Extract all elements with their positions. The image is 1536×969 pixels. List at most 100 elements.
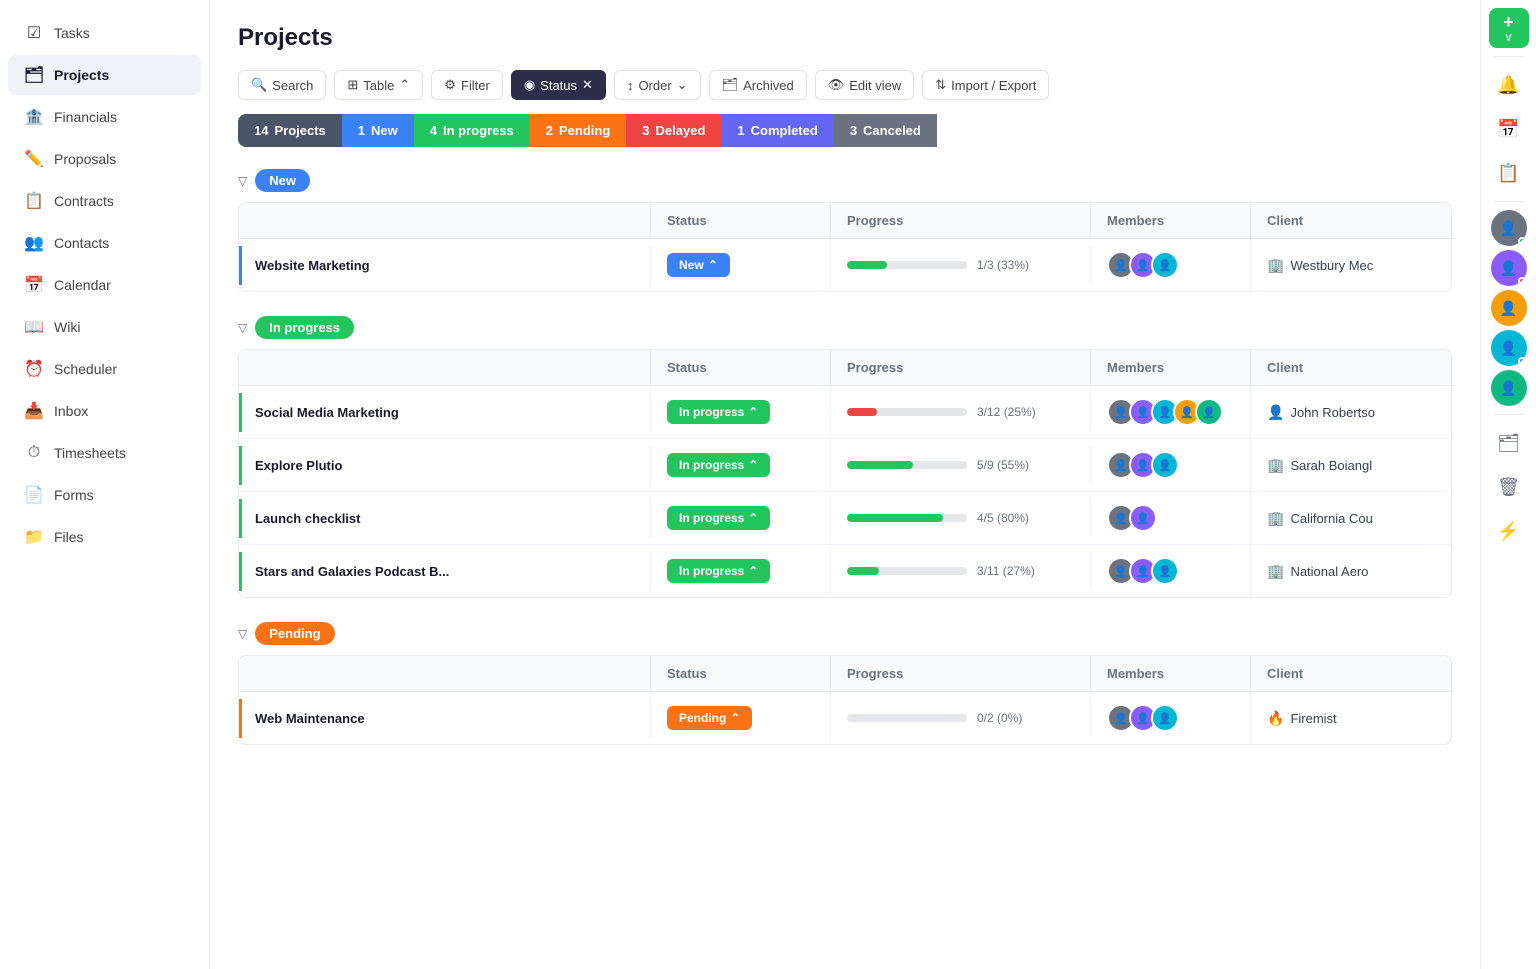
status-badge[interactable]: In progress ⌃ [667, 453, 770, 477]
add-chevron-icon: ∨ [1504, 31, 1513, 43]
tab-completed[interactable]: 1 Completed [721, 114, 833, 147]
import-export-button[interactable]: ⇅ Import / Export [922, 70, 1049, 100]
user-avatar-2[interactable]: 👤 [1491, 250, 1527, 286]
avatar[interactable]: 👤 [1151, 251, 1179, 279]
sidebar-item-files[interactable]: 📁 Files [8, 517, 201, 557]
clipboard-button[interactable]: 📋 [1489, 153, 1529, 193]
sidebar-item-proposals[interactable]: ✏️ Proposals [8, 139, 201, 179]
group-pending-chevron[interactable]: ▽ [238, 627, 247, 641]
projects-icon: 🗂 [24, 65, 44, 85]
sidebar-item-calendar[interactable]: 📅 Calendar [8, 265, 201, 305]
sidebar-item-contacts[interactable]: 👥 Contacts [8, 223, 201, 263]
add-button[interactable]: + ∨ [1489, 8, 1529, 48]
client-name: National Aero [1290, 564, 1368, 579]
search-button[interactable]: 🔍 Search [238, 70, 326, 100]
client-wrap: 🏢 California Cou [1267, 510, 1373, 527]
order-button[interactable]: ↕ Order ⌄ [614, 70, 701, 100]
project-name[interactable]: Explore Plutio [255, 458, 342, 473]
col-client-new: Client [1251, 203, 1451, 238]
project-name[interactable]: Stars and Galaxies Podcast B... [255, 564, 449, 579]
status-cell: Pending ⌃ [651, 694, 831, 742]
calendar-icon: 📅 [24, 275, 44, 295]
edit-view-button[interactable]: 👁 Edit view [815, 70, 915, 100]
calendar-rp-button[interactable]: 📅 [1489, 109, 1529, 149]
table-button[interactable]: ⊞ Table ⌃ [334, 70, 423, 100]
tab-all[interactable]: 14 Projects [238, 114, 342, 147]
sidebar-item-tasks[interactable]: ☑ Tasks [8, 13, 201, 53]
group-new-chevron[interactable]: ▽ [238, 174, 247, 188]
status-badge[interactable]: In progress ⌃ [667, 400, 770, 424]
sidebar-item-contracts[interactable]: 📋 Contracts [8, 181, 201, 221]
client-icon: 🏢 [1267, 510, 1284, 527]
group-inprogress-badge[interactable]: In progress [255, 316, 354, 339]
group-new-table: Status Progress Members Client Website M… [238, 202, 1452, 292]
group-pending-badge[interactable]: Pending [255, 622, 334, 645]
tab-canceled[interactable]: 3 Canceled [834, 114, 937, 147]
trash-button[interactable]: 🗑 [1489, 467, 1529, 507]
tab-inprogress[interactable]: 4 In progress [414, 114, 530, 147]
lightning-button[interactable]: ⚡ [1489, 511, 1529, 551]
status-tabs: 14 Projects 1 New 4 In progress 2 Pendin… [238, 114, 1452, 147]
progress-text: 5/9 (55%) [977, 458, 1029, 472]
tab-pending[interactable]: 2 Pending [530, 114, 627, 147]
project-name[interactable]: Social Media Marketing [255, 405, 399, 420]
avatar[interactable]: 👤 [1195, 398, 1223, 426]
sidebar-item-timesheets[interactable]: ⏱ Timesheets [8, 433, 201, 473]
table-row: Stars and Galaxies Podcast B... In progr… [239, 545, 1451, 597]
members-cell: 👤 👤 👤 [1091, 239, 1251, 291]
right-panel: + ∨ 🔔 📅 📋 👤 👤 👤 👤 👤 🗂 🗑 ⚡ [1480, 0, 1536, 969]
archived-button[interactable]: 🗂 Archived [709, 70, 807, 100]
storage-button[interactable]: 🗂 [1489, 423, 1529, 463]
members-avatars: 👤 👤 👤 [1107, 557, 1179, 585]
avatar[interactable]: 👤 [1151, 704, 1179, 732]
col-members-ip: Members [1091, 350, 1251, 385]
avatar[interactable]: 👤 [1151, 557, 1179, 585]
group-inprogress-table: Status Progress Members Client Social Me… [238, 349, 1452, 598]
status-badge[interactable]: New ⌃ [667, 253, 730, 277]
user-avatar-5[interactable]: 👤 [1491, 370, 1527, 406]
project-name-cell: Website Marketing [239, 246, 651, 285]
sidebar-label-financials: Financials [54, 109, 117, 125]
project-name-cell: Social Media Marketing [239, 393, 651, 432]
bell-icon: 🔔 [1497, 75, 1519, 96]
progress-cell: 3/12 (25%) [831, 393, 1091, 431]
order-chevron-icon: ⌄ [677, 77, 688, 93]
sidebar-item-inbox[interactable]: 📥 Inbox [8, 391, 201, 431]
group-new-badge[interactable]: New [255, 169, 310, 192]
sidebar-label-inbox: Inbox [54, 403, 88, 419]
status-badge[interactable]: In progress ⌃ [667, 506, 770, 530]
user-avatar-4[interactable]: 👤 [1491, 330, 1527, 366]
group-inprogress-chevron[interactable]: ▽ [238, 321, 247, 335]
sidebar-item-wiki[interactable]: 📖 Wiki [8, 307, 201, 347]
avatar[interactable]: 👤 [1129, 504, 1157, 532]
clipboard-icon: 📋 [1497, 163, 1519, 184]
client-cell: 🔥 Firemist [1251, 698, 1451, 739]
tab-new[interactable]: 1 New [342, 114, 414, 147]
user-avatar-1[interactable]: 👤 [1491, 210, 1527, 246]
progress-cell: 1/3 (33%) [831, 246, 1091, 284]
project-name[interactable]: Web Maintenance [255, 711, 365, 726]
sidebar-item-forms[interactable]: 📄 Forms [8, 475, 201, 515]
notification-button[interactable]: 🔔 [1489, 65, 1529, 105]
status-badge[interactable]: In progress ⌃ [667, 559, 770, 583]
status-cell: New ⌃ [651, 241, 831, 289]
sidebar-item-projects[interactable]: 🗂 Projects [8, 55, 201, 95]
members-cell: 👤 👤 👤 👤 👤 [1091, 386, 1251, 438]
archived-icon: 🗂 [722, 77, 739, 93]
filter-button[interactable]: ⚙ Filter [431, 70, 503, 100]
avatar[interactable]: 👤 [1151, 451, 1179, 479]
sidebar-item-scheduler[interactable]: ⏰ Scheduler [8, 349, 201, 389]
status-button[interactable]: ◉ Status ✕ [511, 70, 606, 100]
project-name[interactable]: Launch checklist [255, 511, 360, 526]
table-row: Social Media Marketing In progress ⌃ 3/1… [239, 386, 1451, 439]
progress-cell: 4/5 (80%) [831, 499, 1091, 537]
user-avatar-3[interactable]: 👤 [1491, 290, 1527, 326]
tab-delayed[interactable]: 3 Delayed [626, 114, 721, 147]
client-icon: 👤 [1267, 404, 1284, 421]
status-badge[interactable]: Pending ⌃ [667, 706, 752, 730]
tab-all-label: Projects [274, 123, 325, 138]
progress-wrap: 1/3 (33%) [847, 258, 1029, 272]
project-name[interactable]: Website Marketing [255, 258, 370, 273]
table-row: Explore Plutio In progress ⌃ 5/9 (55%) [239, 439, 1451, 492]
sidebar-item-financials[interactable]: 🏦 Financials [8, 97, 201, 137]
